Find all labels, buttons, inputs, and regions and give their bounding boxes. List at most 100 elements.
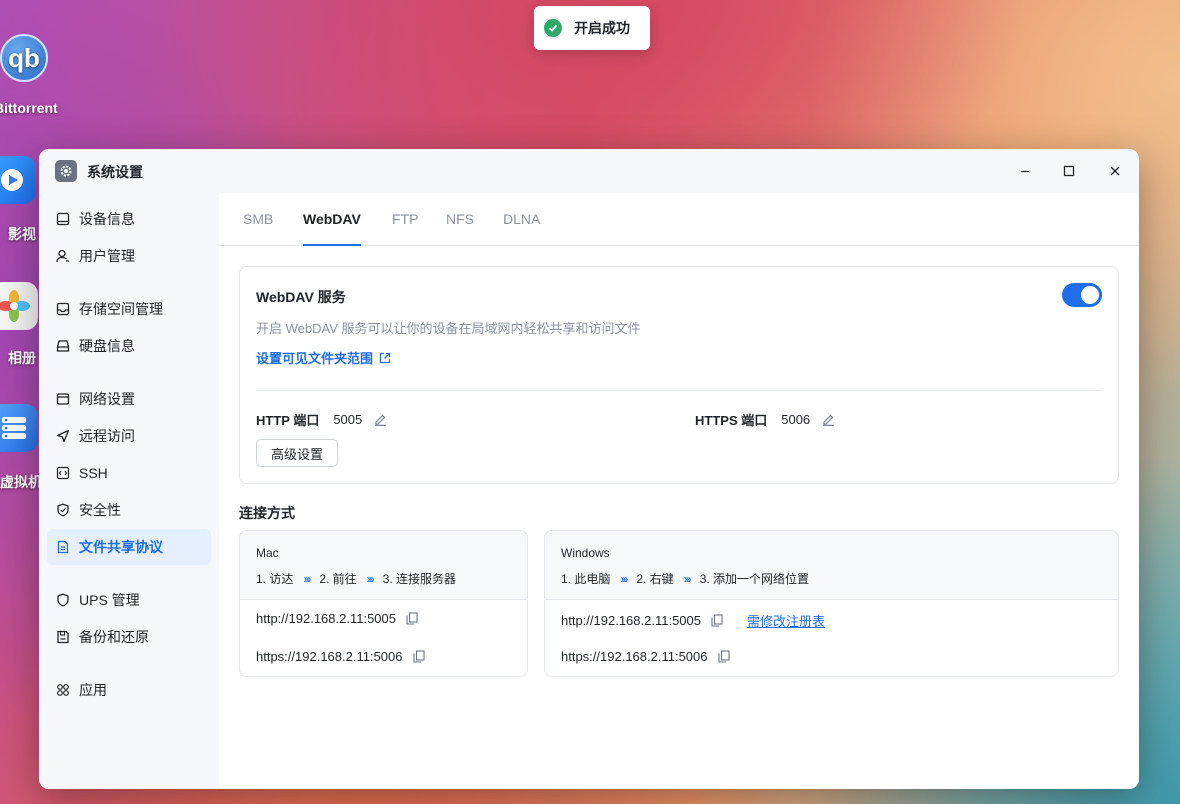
sidebar-item-label: SSH — [79, 465, 108, 481]
desktop-icon-bittorrent[interactable]: qb Bittorrent — [0, 34, 70, 116]
https-port-row: HTTPS 端口 5006 — [695, 410, 836, 429]
http-port-label: HTTP 端口 — [256, 413, 320, 428]
ups-shield-icon — [55, 592, 71, 608]
tab-webdav[interactable]: WebDAV — [303, 211, 361, 246]
sidebar-item-label: 文件共享协议 — [79, 539, 163, 555]
connection-title: 连接方式 — [239, 505, 295, 521]
sidebar-item-label: 应用 — [79, 682, 107, 698]
sidebar-item-disk[interactable]: 硬盘信息 — [47, 328, 211, 364]
maximize-icon — [1063, 165, 1075, 177]
url-text: https://192.168.2.11:5006 — [561, 649, 708, 664]
device-icon — [55, 211, 71, 227]
copy-icon — [711, 614, 723, 627]
url-text: http://192.168.2.11:5005 — [561, 613, 701, 628]
qbittorrent-icon: qb — [0, 34, 48, 82]
sidebar-item-ups[interactable]: UPS 管理 — [47, 582, 211, 618]
pencil-icon — [375, 414, 387, 426]
webdav-service-card: WebDAV 服务 开启 WebDAV 服务可以让你的设备在局域网内轻松共享和访… — [239, 266, 1119, 484]
main-content: SMB WebDAV FTP NFS DLNA WebDAV 服务 开启 Web… — [219, 193, 1139, 789]
sidebar-item-device-info[interactable]: 设备信息 — [47, 201, 211, 237]
desktop-icon-label: Bittorrent — [0, 100, 58, 116]
chevron-right-icon: ››› — [620, 571, 628, 586]
sidebar-item-storage[interactable]: 存储空间管理 — [47, 291, 211, 327]
copy-button[interactable] — [406, 612, 418, 625]
desktop-icon-label: 相册 — [8, 350, 36, 366]
toast-message: 开启成功 — [574, 20, 630, 36]
copy-button[interactable] — [717, 650, 730, 663]
service-toggle[interactable] — [1062, 283, 1102, 307]
tab-smb[interactable]: SMB — [243, 211, 273, 246]
code-icon — [55, 465, 71, 481]
settings-gear-icon — [55, 160, 77, 182]
minimize-icon — [1021, 170, 1029, 173]
sidebar-item-security[interactable]: 安全性 — [47, 492, 211, 528]
service-title: WebDAV 服务 — [256, 289, 346, 305]
https-port-value: 5006 — [781, 412, 811, 427]
url-text: https://192.168.2.11:5006 — [256, 649, 403, 664]
sidebar-item-ssh[interactable]: SSH — [47, 455, 211, 491]
url-text: http://192.168.2.11:5005 — [256, 611, 396, 626]
chevron-right-icon: ››› — [303, 571, 311, 586]
backup-icon — [55, 629, 71, 645]
windows-connection-header: Windows 1. 此电脑 ››› 2. 右键 ››› 3. 添加一个网络位置 — [545, 531, 1118, 600]
mac-connection-card: Mac 1. 访达 ››› 2. 前往 ››› 3. 连接服务器 http://… — [239, 530, 528, 677]
sidebar-item-file-sharing[interactable]: 文件共享协议 — [47, 529, 211, 565]
desktop-icon-label: 虚拟机 — [0, 474, 42, 490]
chevron-right-icon: ››› — [683, 571, 692, 586]
sidebar-item-apps[interactable]: 应用 — [47, 672, 211, 708]
desktop-icon-label: 影视 — [8, 226, 36, 242]
sidebar-item-label: 用户管理 — [79, 248, 135, 264]
copy-icon — [412, 650, 425, 663]
sidebar-item-backup[interactable]: 备份和还原 — [47, 619, 211, 655]
step: 1. 访达 — [256, 572, 294, 586]
minimize-button[interactable] — [1013, 159, 1037, 183]
sidebar-item-remote[interactable]: 远程访问 — [47, 418, 211, 454]
close-button[interactable] — [1103, 159, 1127, 183]
edit-http-port-button[interactable] — [374, 413, 388, 427]
folder-scope-link[interactable]: 设置可见文件夹范围 — [256, 348, 391, 367]
chevron-right-icon: ››› — [366, 571, 375, 586]
step: 1. 此电脑 — [561, 572, 611, 586]
storage-icon — [55, 301, 71, 317]
registry-link[interactable]: 需修改注册表 — [747, 611, 825, 630]
tab-ftp[interactable]: FTP — [392, 211, 418, 246]
https-port-label: HTTPS 端口 — [695, 413, 768, 428]
sidebar-item-label: 网络设置 — [79, 391, 135, 407]
photos-app-icon — [0, 282, 38, 330]
service-description: 开启 WebDAV 服务可以让你的设备在局域网内轻松共享和访问文件 — [256, 321, 641, 336]
pencil-icon — [823, 414, 835, 426]
step: 2. 前往 — [319, 572, 357, 586]
file-share-icon — [55, 539, 71, 555]
protocol-tabs: SMB WebDAV FTP NFS DLNA — [219, 193, 1139, 246]
sidebar-item-label: 设备信息 — [79, 211, 135, 227]
advanced-settings-button[interactable]: 高级设置 — [256, 439, 338, 467]
os-name: Mac — [256, 546, 279, 560]
copy-button[interactable] — [711, 614, 723, 627]
step: 3. 添加一个网络位置 — [699, 572, 810, 586]
sidebar-item-network[interactable]: 网络设置 — [47, 381, 211, 417]
sidebar-item-label: 安全性 — [79, 502, 121, 518]
sidebar-item-users[interactable]: 用户管理 — [47, 238, 211, 274]
sidebar-item-label: 存储空间管理 — [79, 301, 163, 317]
success-toast: 开启成功 — [534, 6, 650, 50]
video-app-icon — [0, 156, 36, 204]
check-circle-icon — [544, 19, 562, 37]
vm-app-icon — [0, 404, 38, 452]
apps-icon — [55, 682, 71, 698]
mac-connection-header: Mac 1. 访达 ››› 2. 前往 ››› 3. 连接服务器 — [240, 531, 527, 600]
tab-dlna[interactable]: DLNA — [503, 211, 540, 246]
maximize-button[interactable] — [1057, 159, 1081, 183]
disk-icon — [55, 338, 71, 354]
user-icon — [55, 248, 71, 264]
network-icon — [55, 391, 71, 407]
copy-button[interactable] — [412, 650, 425, 663]
window-title: 系统设置 — [87, 164, 143, 180]
sidebar-item-label: 备份和还原 — [79, 629, 149, 645]
tab-nfs[interactable]: NFS — [446, 211, 474, 246]
windows-http-url-row: http://192.168.2.11:5005 需修改注册表 — [561, 611, 825, 630]
title-bar[interactable]: 系统设置 — [39, 149, 1139, 193]
windows-https-url-row: https://192.168.2.11:5006 — [561, 649, 730, 664]
windows-steps: 1. 此电脑 ››› 2. 右键 ››› 3. 添加一个网络位置 — [561, 570, 809, 587]
http-port-value: 5005 — [333, 412, 363, 427]
edit-https-port-button[interactable] — [822, 413, 836, 427]
